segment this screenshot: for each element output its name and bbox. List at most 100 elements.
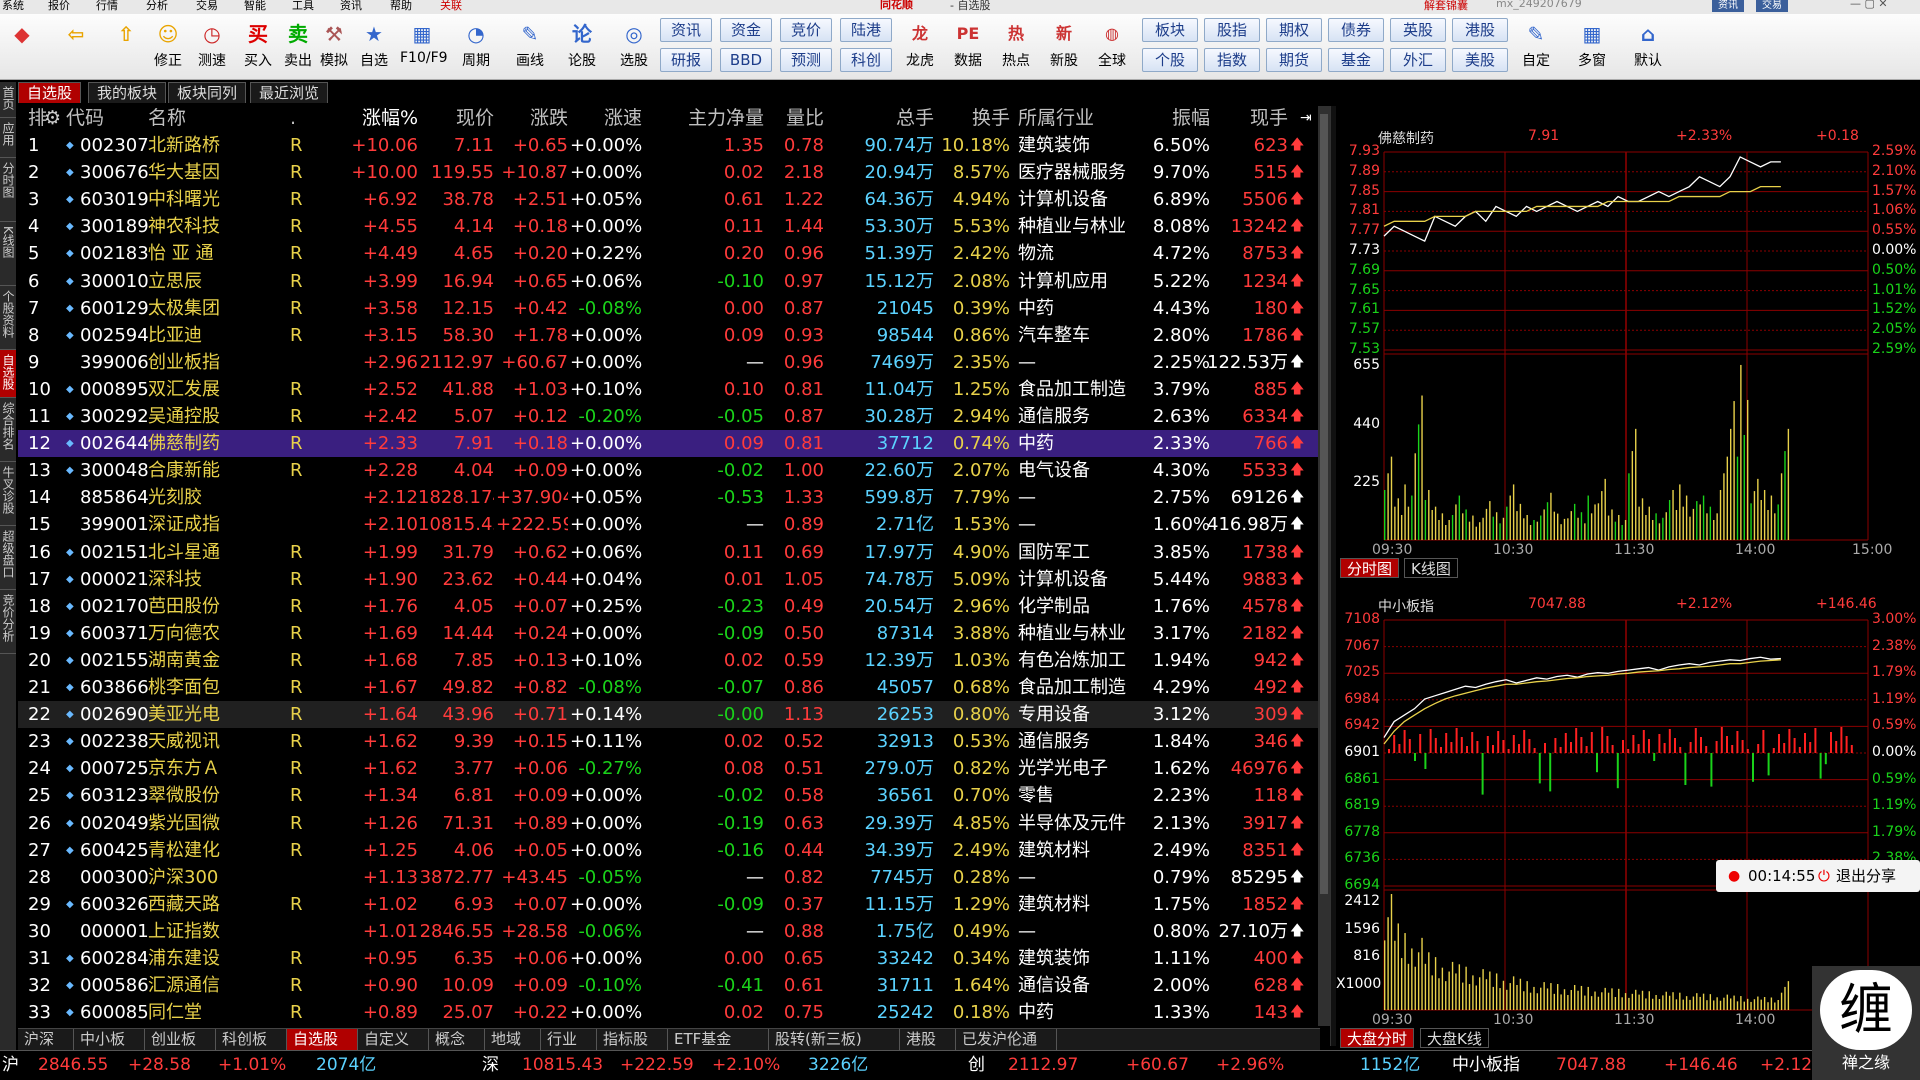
left-tab-8[interactable]: 超级盘口 — [0, 526, 16, 590]
tool-5[interactable]: 买买入 — [236, 16, 280, 76]
table-row[interactable]: 32 000586 汇源通信 R +0.90 10.09 +0.09 -0.10% -0.41 0… — [18, 972, 1320, 999]
market-button-bottom-3[interactable]: 基金 — [1328, 48, 1384, 72]
menu-item-9[interactable]: 关联 — [440, 0, 462, 13]
bottom-tab-12[interactable]: 港股 — [900, 1029, 956, 1050]
pane-tab-0[interactable]: 分时图 — [1340, 558, 1400, 578]
top-tab-1[interactable]: 我的板块 — [88, 82, 167, 103]
left-tab-0[interactable]: 首页 — [0, 82, 16, 118]
market-button-top-4[interactable]: 英股 — [1390, 18, 1446, 42]
col-header-2[interactable]: 名称 — [148, 104, 248, 132]
bottom-tab-8[interactable]: 行业 — [541, 1029, 597, 1050]
expand-columns-icon[interactable]: ⇥ — [1300, 104, 1318, 132]
table-row[interactable]: 13 300048 合康新能 R +2.28 4.04 +0.09 +0.00% -0.02 1.… — [18, 457, 1320, 484]
col-header-12[interactable]: 所属行业 — [1018, 104, 1136, 132]
col-header-13[interactable]: 振幅 — [1138, 104, 1210, 132]
table-row[interactable]: 17 000021 深科技 R +1.90 23.62 +0.44 +0.04% 0.01 1.0… — [18, 566, 1320, 593]
left-tab-5[interactable]: 自选股 — [0, 350, 16, 398]
bottom-tab-5[interactable]: 自定义 — [358, 1029, 429, 1050]
bottom-tab-2[interactable]: 创业板 — [145, 1029, 216, 1050]
tool-7[interactable]: ⚒ 模拟 — [312, 16, 356, 76]
table-row[interactable]: 3 603019 中科曙光 R +6.92 38.78 +2.51 +0.05% 0.61 1.2… — [18, 186, 1320, 213]
table-row[interactable]: 24 000725 京东方Ａ R +1.62 3.77 +0.06 -0.27% 0.08 0.5… — [18, 755, 1320, 782]
market-button-bottom-1[interactable]: 指数 — [1204, 48, 1260, 72]
quick-button-bottom-1[interactable]: BBD — [720, 48, 772, 72]
tool-10[interactable]: ◔ 周期 — [454, 16, 498, 76]
market-button-top-2[interactable]: 期权 — [1266, 18, 1322, 42]
market-button-bottom-4[interactable]: 外汇 — [1390, 48, 1446, 72]
settings-gear-icon[interactable]: ⚙ — [44, 104, 64, 132]
tool3-2[interactable]: ⌂ 默认 — [1626, 16, 1670, 76]
table-row[interactable]: 27 600425 青松建化 R +1.25 4.06 +0.05 +0.00% -0.16 0.… — [18, 837, 1320, 864]
tool-3[interactable]: ☺ 修正 — [146, 16, 190, 76]
table-row[interactable]: 11 300292 吴通控股 R +2.42 5.07 +0.12 -0.20% -0.05 0.… — [18, 403, 1320, 430]
quick-button-top-3[interactable]: 陆港 — [840, 18, 892, 42]
col-header-9[interactable]: 量比 — [768, 104, 824, 132]
news-button[interactable]: 资讯 — [1712, 0, 1744, 12]
table-row[interactable]: 31 600284 浦东建设 R +0.95 6.35 +0.06 +0.00% 0.00 0.6… — [18, 945, 1320, 972]
market-button-bottom-0[interactable]: 个股 — [1142, 48, 1198, 72]
table-row[interactable]: 6 300010 立思辰 R +3.99 16.94 +0.65 +0.06% -0.10 0.9… — [18, 268, 1320, 295]
left-tab-1[interactable]: 应用 — [0, 118, 16, 158]
bottom-tab-0[interactable]: 沪深 — [18, 1029, 74, 1050]
quick-button-top-0[interactable]: 资讯 — [660, 18, 712, 42]
trade-button[interactable]: 交易 — [1756, 0, 1788, 12]
tool-9[interactable]: ▦ F10/F9 — [400, 16, 448, 76]
tool-4[interactable]: ◷ 测速 — [190, 16, 234, 76]
scroll-thumb[interactable] — [1320, 114, 1328, 894]
table-row[interactable]: 26 002049 紫光国微 R +1.26 71.31 +0.89 +0.00% -0.19 0… — [18, 810, 1320, 837]
col-header-5[interactable]: 现价 — [418, 104, 494, 132]
tool-1[interactable]: ⇦ — [54, 16, 98, 76]
table-row[interactable]: 8 002594 比亚迪 R +3.15 58.30 +1.78 +0.00% 0.09 0.93… — [18, 322, 1320, 349]
col-header-7[interactable]: 涨速 — [570, 104, 642, 132]
table-row[interactable]: 1 002307 北新路桥 R +10.06 7.11 +0.65 +0.00% 1.35 0.7… — [18, 132, 1320, 159]
table-row[interactable]: 22 002690 美亚光电 R +1.64 43.96 +0.71 +0.14% -0.00 1… — [18, 701, 1320, 729]
bottom-tab-7[interactable]: 地域 — [485, 1029, 541, 1050]
tool-0[interactable]: ◆ — [0, 16, 44, 76]
quick-button-top-2[interactable]: 竞价 — [780, 18, 832, 42]
quick-button-bottom-3[interactable]: 科创 — [840, 48, 892, 72]
tool3-0[interactable]: ✎ 自定 — [1514, 16, 1558, 76]
tool-2[interactable]: ⇧ — [104, 16, 148, 76]
tool3-1[interactable]: ▦ 多窗 — [1570, 16, 1614, 76]
tool-13[interactable]: ◎ 选股 — [612, 16, 656, 76]
col-header-10[interactable]: 总手 — [826, 104, 934, 132]
table-row[interactable]: 7 600129 太极集团 R +3.58 12.15 +0.42 -0.08% 0.00 0.8… — [18, 295, 1320, 322]
window-controls-icon[interactable]: — ▢ ✕ — [1850, 0, 1888, 10]
account-label[interactable]: 解套锦囊 — [1424, 0, 1468, 13]
table-row[interactable]: 16 002151 北斗星通 R +1.99 31.79 +0.62 +0.06% 0.11 0.… — [18, 539, 1320, 566]
table-row[interactable]: 5 002183 怡 亚 通 R +4.49 4.65 +0.20 +0.22% 0.20 0.9… — [18, 240, 1320, 267]
table-row[interactable]: 4 300189 神农科技 R +4.55 4.14 +0.18 +0.00% 0.11 1.44… — [18, 213, 1320, 240]
table-row[interactable]: 18 002170 芭田股份 R +1.76 4.05 +0.07 +0.25% -0.23 0.… — [18, 593, 1320, 620]
left-tab-4[interactable]: 个股资料 — [0, 286, 16, 350]
tool2-3[interactable]: 新新股 — [1042, 16, 1086, 76]
bottom-tab-6[interactable]: 概念 — [429, 1029, 485, 1050]
table-row[interactable]: 30 000001 上证指数 +1.01 2846.55 +28.58 -0.06% —0.8… — [18, 918, 1320, 945]
table-scrollbar[interactable] — [1318, 106, 1330, 1026]
col-header-3[interactable]: . — [290, 104, 310, 132]
market-button-top-0[interactable]: 板块 — [1142, 18, 1198, 42]
bottom-pane-tab-0[interactable]: 大盘分时 — [1340, 1028, 1415, 1048]
market-button-bottom-2[interactable]: 期货 — [1266, 48, 1322, 72]
quick-button-bottom-2[interactable]: 预测 — [780, 48, 832, 72]
left-tab-9[interactable]: 竞价分析 — [0, 590, 16, 654]
menu-item-3[interactable]: 分析 — [146, 0, 168, 13]
table-row[interactable]: 20 002155 湖南黄金 R +1.68 7.85 +0.13 +0.10% 0.02 0.5… — [18, 647, 1320, 674]
table-row[interactable]: 29 600326 西藏天路 R +1.02 6.93 +0.07 +0.00% -0.09 0.… — [18, 891, 1320, 918]
market-button-bottom-5[interactable]: 美股 — [1452, 48, 1508, 72]
market-button-top-1[interactable]: 股指 — [1204, 18, 1260, 42]
bottom-tab-3[interactable]: 科创板 — [216, 1029, 287, 1050]
left-tab-3[interactable]: K线图 — [0, 222, 16, 286]
bottom-tab-11[interactable]: 股转(新三板) — [769, 1029, 900, 1050]
table-row[interactable]: 12 002644 佛慈制药 R +2.33 7.91 +0.18 +0.00% 0.09 0.8… — [18, 430, 1320, 458]
col-header-8[interactable]: 主力净量 — [654, 104, 764, 132]
quick-button-bottom-0[interactable]: 研报 — [660, 48, 712, 72]
bottom-tab-13[interactable]: 已发沪伦通 — [956, 1029, 1057, 1050]
col-header-14[interactable]: 现手 — [1204, 104, 1288, 132]
market-button-top-3[interactable]: 债券 — [1328, 18, 1384, 42]
table-row[interactable]: 21 603866 桃李面包 R +1.67 49.82 +0.82 -0.08% -0.07 0… — [18, 674, 1320, 701]
left-tab-7[interactable]: 牛叉诊股 — [0, 462, 16, 526]
top-tab-0[interactable]: 自选股 — [18, 82, 82, 103]
tool-11[interactable]: ✎ 画线 — [508, 16, 552, 76]
menu-item-2[interactable]: 行情 — [96, 0, 118, 13]
tool2-0[interactable]: 龙龙虎 — [898, 16, 942, 76]
